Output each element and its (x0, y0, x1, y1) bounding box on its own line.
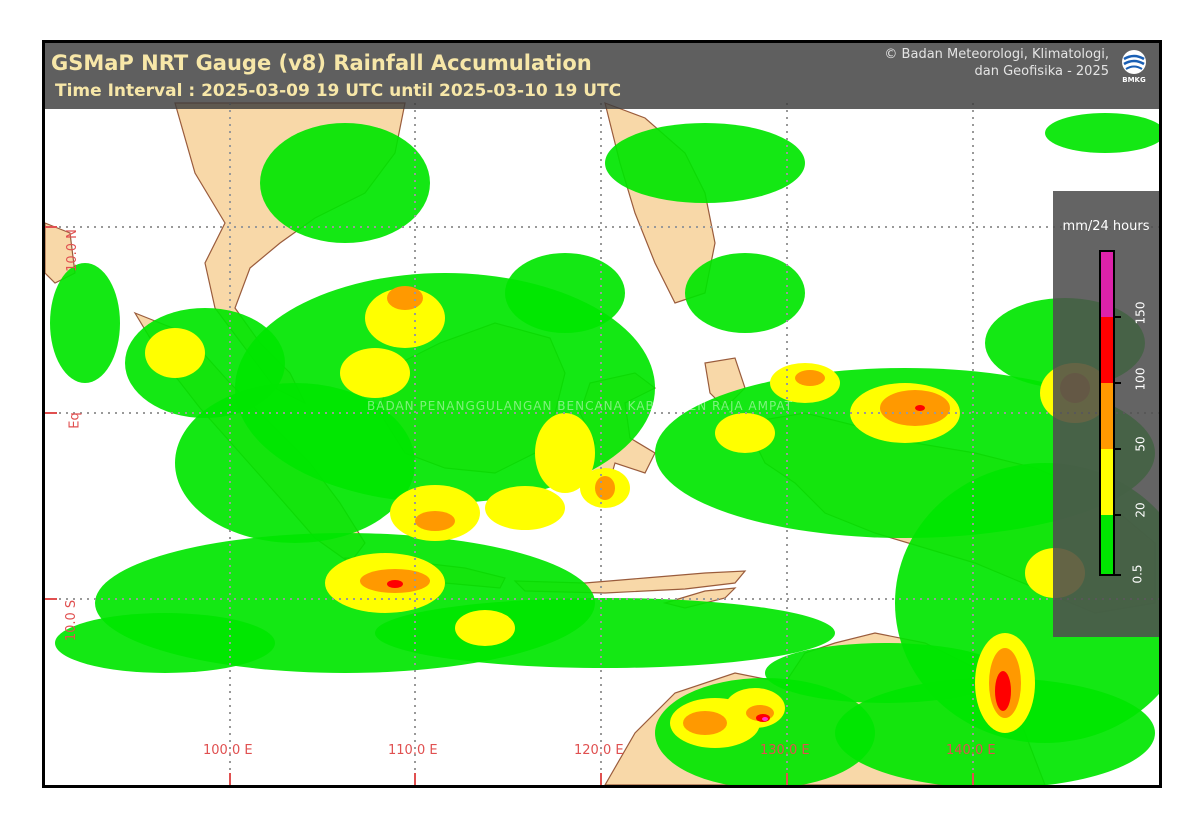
rain-area (260, 123, 430, 243)
legend-swatch (1100, 251, 1114, 317)
rain-area (1045, 113, 1159, 153)
legend-swatch (1100, 515, 1114, 575)
legend-tick-label: 50 (1133, 436, 1148, 452)
rain-area (145, 328, 205, 378)
latitude-label: Eq (67, 412, 83, 429)
map-subtitle: Time Interval : 2025-03-09 19 UTC until … (55, 81, 622, 101)
map-frame: BADAN PENANGGULANGAN BENCANA KABUPATEN R… (42, 40, 1162, 788)
rain-area (765, 643, 1005, 703)
legend-tick-label: 0.5 (1130, 564, 1145, 584)
rain-extreme-layer (762, 717, 768, 721)
rainfall-map (45, 102, 1159, 785)
credit-line: dan Geofisika - 2025 (974, 64, 1110, 79)
rain-area (455, 610, 515, 646)
map-header: GSMaP NRT Gauge (v8) Rainfall Accumulati… (45, 43, 1159, 109)
watermark: BADAN PENANGGULANGAN BENCANA KABUPATEN R… (367, 399, 794, 413)
rain-area (683, 711, 727, 735)
rain-area (375, 598, 835, 668)
longitude-label: 100.0 E (203, 743, 253, 758)
longitude-label: 120.0 E (574, 743, 624, 758)
longitude-label: 110.0 E (388, 743, 438, 758)
color-legend: mm/24 hours 0.5 20 50 100 150 (1053, 191, 1159, 637)
rain-area (50, 263, 120, 383)
rain-area (55, 613, 275, 673)
rain-area (595, 476, 615, 500)
rain-area (715, 413, 775, 453)
rain-area (605, 123, 805, 203)
rain-area (485, 486, 565, 530)
rain-area (340, 348, 410, 398)
rain-area (762, 717, 768, 721)
credit-text: © Badan Meteorologi, Klimatologi, dan Ge… (789, 46, 1109, 80)
latitude-label: 10.0 S (64, 599, 80, 642)
credit-line: © Badan Meteorologi, Klimatologi, (884, 47, 1109, 62)
bmkg-logo-icon: BMKG (1122, 50, 1146, 84)
longitude-label: 140.0 E (946, 743, 996, 758)
legend-tick-label: 100 (1133, 367, 1148, 391)
latitude-label: 10.0 N (64, 229, 80, 272)
rain-area (415, 511, 455, 531)
rain-area (795, 370, 825, 386)
svg-text:BMKG: BMKG (1122, 76, 1146, 84)
map-title: GSMaP NRT Gauge (v8) Rainfall Accumulati… (51, 51, 592, 75)
longitude-label: 130.0 E (760, 743, 810, 758)
legend-swatch (1100, 317, 1114, 383)
legend-swatch (1100, 383, 1114, 449)
rain-area (387, 286, 423, 310)
rain-area (915, 405, 925, 411)
legend-tick-label: 150 (1133, 301, 1148, 325)
rain-area (387, 580, 403, 588)
rain-area (995, 671, 1011, 711)
legend-swatch (1100, 449, 1114, 515)
legend-tick-label: 20 (1133, 502, 1148, 518)
rain-area (505, 253, 625, 333)
